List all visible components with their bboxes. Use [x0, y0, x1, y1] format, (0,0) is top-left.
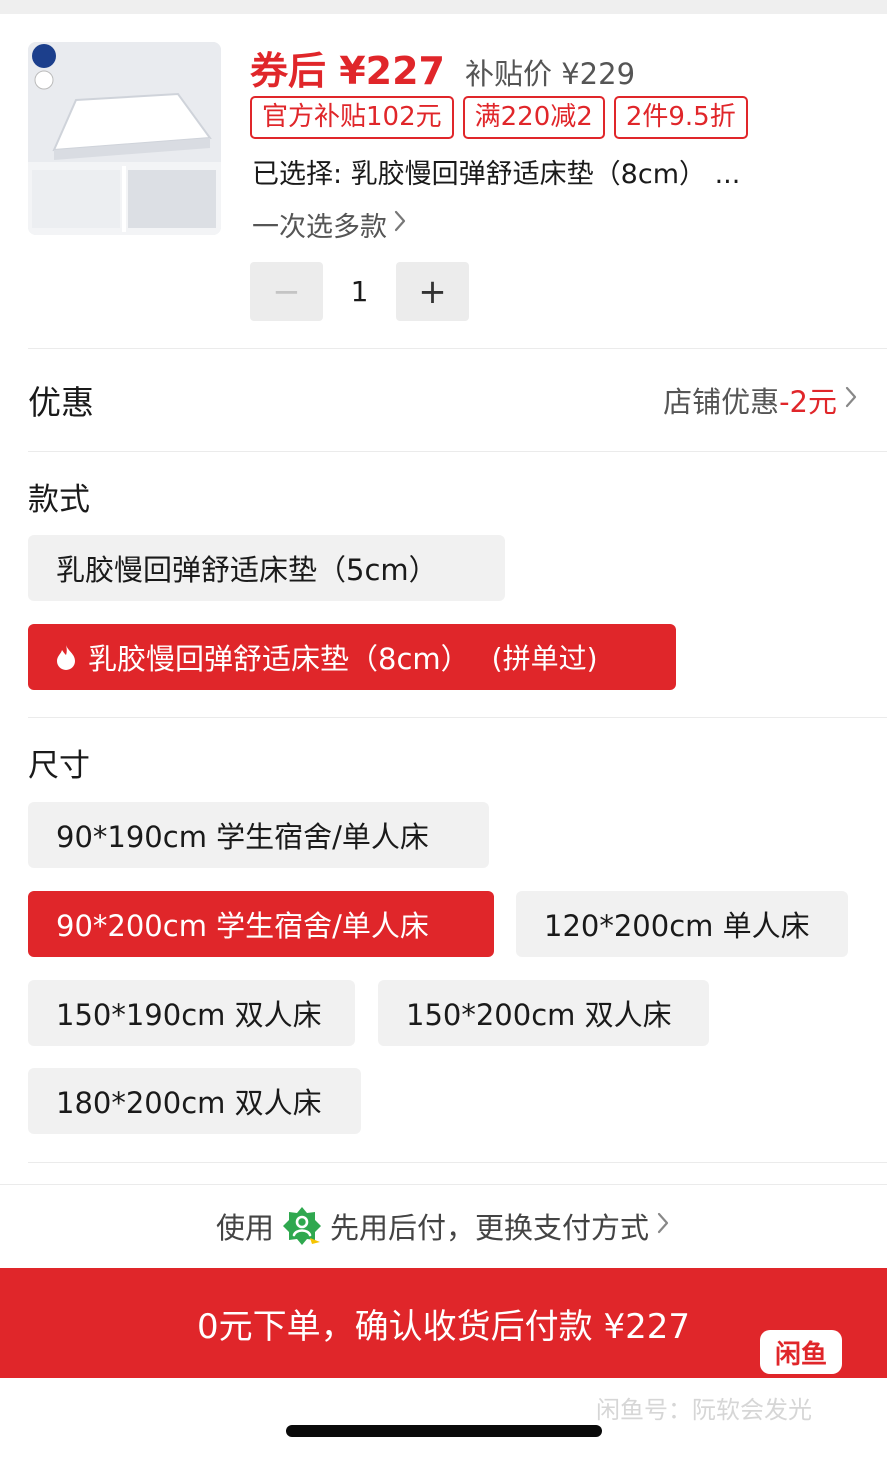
- flame-icon: [54, 643, 78, 671]
- place-order-label: 0元下单，确认收货后付款 ¥227: [197, 1306, 690, 1347]
- store-discount-amount: -2元: [779, 385, 837, 419]
- size-option-label: 150*190cm 双人床: [56, 998, 322, 1032]
- size-option[interactable]: 120*200cm 单人床: [516, 891, 848, 957]
- divider: [0, 1184, 887, 1185]
- chevron-right-icon: [655, 1209, 671, 1243]
- size-option-label: 120*200cm 单人床: [544, 909, 810, 943]
- divider: [28, 451, 887, 452]
- xianyu-badge: 闲鱼: [760, 1330, 842, 1374]
- payment-prefix: 使用: [215, 1211, 274, 1245]
- decrease-quantity-button[interactable]: −: [250, 262, 323, 321]
- top-band: [0, 0, 887, 14]
- size-option-label: 150*200cm 双人床: [406, 998, 672, 1032]
- chevron-right-icon: [393, 209, 407, 240]
- size-option-label: 90*190cm 学生宿舍/单人床: [56, 820, 429, 854]
- quantity-value: 1: [350, 275, 369, 308]
- divider: [28, 717, 887, 718]
- promo-tag: 满220减2: [462, 96, 605, 139]
- style-option-label: 乳胶慢回弹舒适床垫（5cm）: [56, 553, 438, 587]
- product-thumbnail[interactable]: [28, 42, 221, 235]
- home-indicator[interactable]: [286, 1425, 602, 1437]
- divider: [28, 1162, 887, 1163]
- discount-label: 优惠: [28, 383, 94, 422]
- promo-tags: 官方补贴102元 满220减2 2件9.5折: [250, 96, 748, 139]
- style-option-label: 乳胶慢回弹舒适床垫（8cm）: [88, 642, 470, 676]
- chevron-right-icon: [843, 383, 859, 417]
- size-section-title: 尺寸: [28, 748, 90, 784]
- size-option-label: 180*200cm 双人床: [56, 1086, 322, 1120]
- style-option[interactable]: 乳胶慢回弹舒适床垫（5cm）: [28, 535, 505, 601]
- discount-row[interactable]: 优惠 店铺优惠 -2元: [28, 372, 859, 428]
- promo-tag: 2件9.5折: [613, 96, 748, 139]
- quantity-stepper: − 1 +: [250, 262, 469, 321]
- size-option[interactable]: 180*200cm 双人床: [28, 1068, 361, 1134]
- multi-select-label: 一次选多款: [252, 212, 387, 243]
- size-option[interactable]: 150*190cm 双人床: [28, 980, 355, 1046]
- payment-method-row[interactable]: 使用 先用后付，更换支付方式: [0, 1196, 887, 1256]
- subsidy-price: 补贴价 ¥229: [465, 57, 636, 91]
- place-order-button[interactable]: 0元下单，确认收货后付款 ¥227: [0, 1268, 887, 1378]
- size-option[interactable]: 150*200cm 双人床: [378, 980, 709, 1046]
- watermark: 闲鱼号：阮软会发光: [596, 1396, 812, 1424]
- pay-later-logo-icon: [282, 1206, 322, 1246]
- style-option-selected[interactable]: 乳胶慢回弹舒适床垫（8cm） (拼单过): [28, 624, 676, 690]
- store-discount-prefix: 店铺优惠: [663, 385, 780, 419]
- group-buy-hint: (拼单过): [491, 642, 598, 675]
- promo-tag: 官方补贴102元: [250, 96, 454, 139]
- divider: [28, 348, 887, 349]
- size-option-selected[interactable]: 90*200cm 学生宿舍/单人床: [28, 891, 494, 957]
- size-option-label: 90*200cm 学生宿舍/单人床: [56, 909, 429, 943]
- price-row: 券后 ¥227 补贴价 ¥229: [250, 40, 635, 93]
- increase-quantity-button[interactable]: +: [396, 262, 469, 321]
- store-discount: 店铺优惠 -2元: [663, 379, 859, 421]
- payment-text: 先用后付，更换支付方式: [330, 1211, 650, 1245]
- style-section-title: 款式: [28, 482, 90, 518]
- price-after-coupon: 券后 ¥227: [250, 49, 445, 93]
- size-option[interactable]: 90*190cm 学生宿舍/单人床: [28, 802, 489, 868]
- multi-select-link[interactable]: 一次选多款: [252, 205, 407, 244]
- selected-variant-text: 已选择: 乳胶慢回弹舒适床垫（8cm） ...: [252, 159, 741, 190]
